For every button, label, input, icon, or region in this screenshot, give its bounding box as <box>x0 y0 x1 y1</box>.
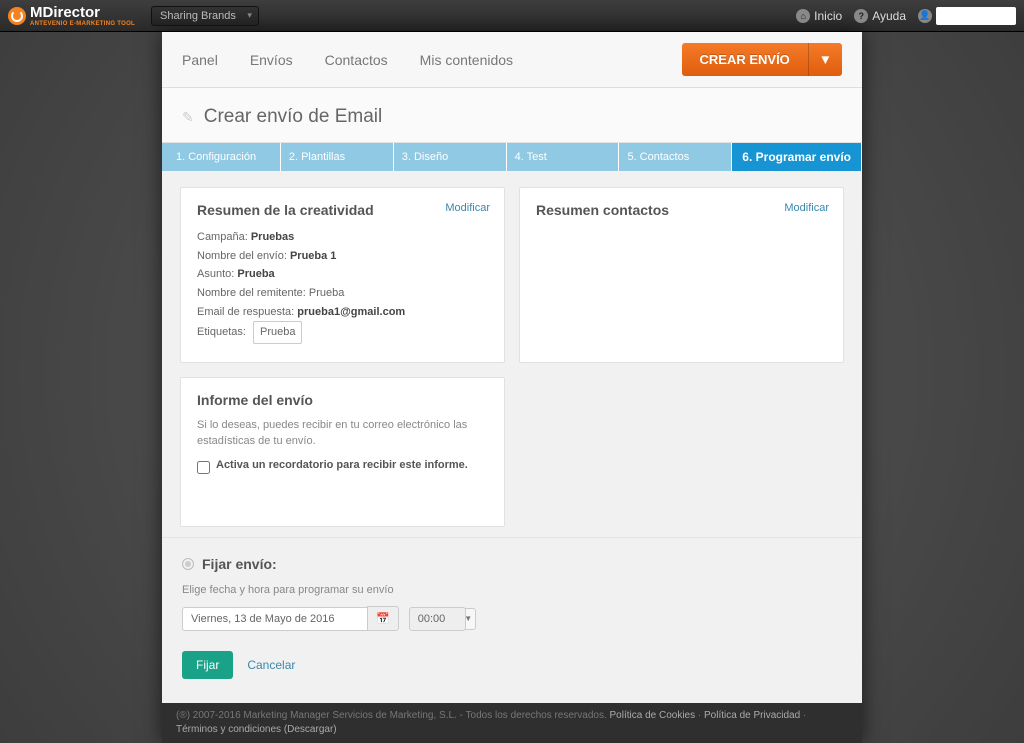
content: Modificar Resumen de la creatividad Camp… <box>162 171 862 537</box>
footer: (®) 2007-2016 Marketing Manager Servicio… <box>162 703 862 743</box>
footer-privacy-link[interactable]: Política de Privacidad <box>704 710 800 721</box>
logo[interactable]: MDirector ANTEVENIO E-MARKETING TOOL <box>8 4 135 27</box>
reply-value: prueba1@gmail.com <box>297 306 405 318</box>
nav-inicio[interactable]: ⌂ Inicio <box>796 9 842 23</box>
nav-inicio-label: Inicio <box>814 9 842 23</box>
calendar-button[interactable]: 📅 <box>367 606 399 631</box>
nav-ayuda-label: Ayuda <box>872 9 906 23</box>
schedule-title-row: Fijar envío: <box>182 556 842 572</box>
creativity-title: Resumen de la creatividad <box>197 202 488 218</box>
date-input-group: 📅 <box>182 606 399 631</box>
logo-text: MDirector <box>30 4 100 21</box>
wizard-step-5[interactable]: 5. Contactos <box>619 143 732 171</box>
calendar-icon: 📅 <box>376 613 390 625</box>
creativity-details: Campaña: Pruebas Nombre del envío: Prueb… <box>197 228 488 344</box>
name-label: Nombre del envío: <box>197 250 287 262</box>
footer-terms-link[interactable]: Términos y condiciones (Descargar) <box>176 724 337 735</box>
wizard-step-3[interactable]: 3. Diseño <box>394 143 507 171</box>
topbar-right: ⌂ Inicio ? Ayuda 👤 <box>796 7 1016 25</box>
logo-subtitle: ANTEVENIO E-MARKETING TOOL <box>30 21 135 27</box>
campaign-value: Pruebas <box>251 231 294 243</box>
topbar: MDirector ANTEVENIO E-MARKETING TOOL Sha… <box>0 0 1024 32</box>
footer-sep2: · <box>803 710 806 721</box>
user-icon: 👤 <box>918 9 932 23</box>
help-icon: ? <box>854 9 868 23</box>
wizard-step-2[interactable]: 2. Plantillas <box>281 143 394 171</box>
schedule-section: Fijar envío: Elige fecha y hora para pro… <box>162 537 862 703</box>
wizard-step-1[interactable]: 1. Configuración <box>162 143 281 171</box>
user-menu[interactable]: 👤 <box>918 7 1016 25</box>
schedule-title: Fijar envío: <box>202 556 277 572</box>
submit-fijar-button[interactable]: Fijar <box>182 651 233 679</box>
time-value: 00:00 <box>418 613 446 625</box>
logo-icon <box>8 7 26 25</box>
wizard: 1. Configuración 2. Plantillas 3. Diseño… <box>162 143 862 171</box>
main-nav: Panel Envíos Contactos Mis contenidos CR… <box>162 32 862 88</box>
report-reminder-row[interactable]: Activa un recordatorio para recibir este… <box>197 459 488 474</box>
create-envio-button[interactable]: CREAR ENVÍO <box>682 43 808 76</box>
tags-label: Etiquetas: <box>197 326 246 338</box>
report-reminder-label: Activa un recordatorio para recibir este… <box>216 459 468 471</box>
panel-creativity-summary: Modificar Resumen de la creatividad Camp… <box>180 187 505 363</box>
wizard-step-4[interactable]: 4. Test <box>507 143 620 171</box>
reply-label: Email de respuesta: <box>197 306 294 318</box>
nav-contactos[interactable]: Contactos <box>309 52 404 68</box>
report-reminder-checkbox[interactable] <box>197 461 210 474</box>
modify-contacts-link[interactable]: Modificar <box>784 202 829 214</box>
contacts-title: Resumen contactos <box>536 202 827 218</box>
schedule-inputs: 📅 00:00 ▼ <box>182 606 842 631</box>
page-title: Crear envío de Email <box>204 106 382 128</box>
modify-creativity-link[interactable]: Modificar <box>445 202 490 214</box>
report-title: Informe del envío <box>197 392 488 408</box>
sender-value: Prueba <box>309 287 344 299</box>
brand-select[interactable]: Sharing Brands <box>151 6 259 26</box>
radio-icon <box>182 558 194 570</box>
subject-value: Prueba <box>237 268 274 280</box>
footer-copyright: (®) 2007-2016 Marketing Manager Servicio… <box>176 710 607 721</box>
campaign-label: Campaña: <box>197 231 248 243</box>
footer-cookies-link[interactable]: Política de Cookies <box>610 710 696 721</box>
date-input[interactable] <box>182 607 367 631</box>
nav-panel[interactable]: Panel <box>182 52 234 68</box>
tag-prueba[interactable]: Prueba <box>253 321 302 344</box>
schedule-subtitle: Elige fecha y hora para programar su env… <box>182 584 842 596</box>
create-envio-group: CREAR ENVÍO ▼ <box>682 43 843 76</box>
user-box <box>936 7 1016 25</box>
nav-envios[interactable]: Envíos <box>234 52 309 68</box>
sender-label: Nombre del remitente: <box>197 287 306 299</box>
panel-report: Informe del envío Si lo deseas, puedes r… <box>180 377 505 527</box>
brand-selected: Sharing Brands <box>160 10 236 22</box>
schedule-actions: Fijar Cancelar <box>182 651 842 679</box>
subject-label: Asunto: <box>197 268 234 280</box>
cancel-link[interactable]: Cancelar <box>247 658 295 672</box>
pencil-icon: ✎ <box>182 109 194 126</box>
nav-ayuda[interactable]: ? Ayuda <box>854 9 906 23</box>
name-value: Prueba 1 <box>290 250 336 262</box>
report-desc: Si lo deseas, puedes recibir en tu corre… <box>197 418 488 449</box>
nav-mis-contenidos[interactable]: Mis contenidos <box>404 52 529 68</box>
two-col: Modificar Resumen de la creatividad Camp… <box>180 187 844 363</box>
page-container: Panel Envíos Contactos Mis contenidos CR… <box>162 32 862 743</box>
wizard-step-6[interactable]: 6. Programar envío <box>732 143 862 171</box>
panel-contacts-summary: Modificar Resumen contactos <box>519 187 844 363</box>
create-envio-caret[interactable]: ▼ <box>808 43 842 76</box>
time-select[interactable]: 00:00 <box>409 607 467 631</box>
home-icon: ⌂ <box>796 9 810 23</box>
title-bar: ✎ Crear envío de Email <box>162 88 862 143</box>
